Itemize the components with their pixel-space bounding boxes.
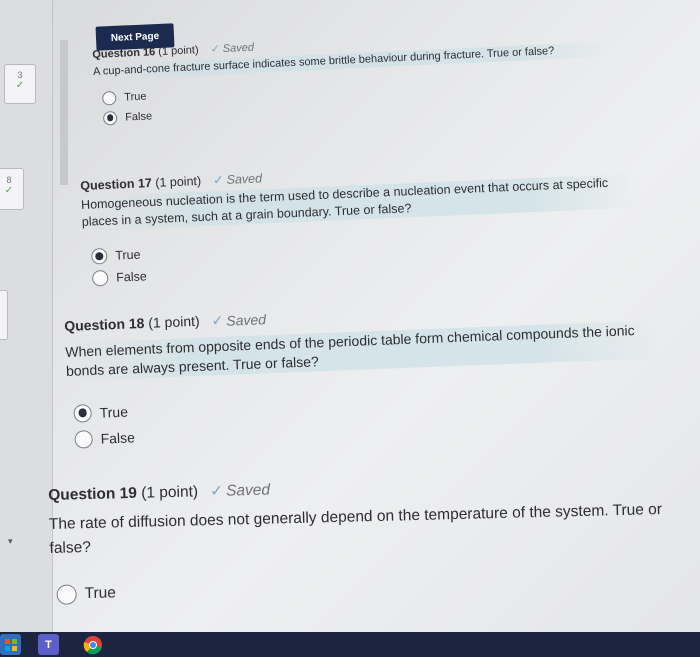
- question-rail: 3 ✓ 8 ✓: [0, 0, 53, 657]
- question-title: Question 17 (1 point): [80, 173, 202, 193]
- saved-status: ✓ Saved: [210, 41, 255, 56]
- rail-item-number: 3: [17, 70, 23, 80]
- question-19: Question 19 (1 point) ✓ Saved The rate o…: [48, 470, 691, 611]
- question-17: Question 17 (1 point) ✓ Saved Homogeneou…: [80, 155, 644, 293]
- question-18: Question 18 (1 point) ✓ Saved When eleme…: [64, 295, 665, 455]
- radio-button[interactable]: [56, 584, 77, 605]
- check-icon: ✓: [4, 185, 14, 196]
- option-true[interactable]: True: [56, 569, 690, 605]
- chrome-icon[interactable]: [82, 634, 103, 655]
- radio-button-selected[interactable]: [90, 247, 108, 265]
- radio-button-selected[interactable]: [73, 403, 93, 423]
- checkmark-icon: ✓: [209, 482, 224, 501]
- question-title: Question 19 (1 point): [48, 483, 199, 504]
- checkmark-icon: ✓: [211, 311, 224, 329]
- saved-status: ✓ Saved: [212, 170, 263, 188]
- radio-button-selected[interactable]: [102, 110, 118, 126]
- rail-item-question-8[interactable]: 8 ✓: [0, 168, 24, 210]
- rail-item-question-3[interactable]: 3 ✓: [4, 64, 36, 104]
- store-icon[interactable]: [0, 634, 21, 655]
- question-title: Question 18 (1 point): [64, 312, 200, 334]
- question-text: The rate of diffusion does not generally…: [48, 501, 663, 557]
- rail-item-blank[interactable]: [0, 290, 8, 340]
- saved-status: ✓ Saved: [211, 310, 267, 329]
- scroll-indicator: [60, 40, 68, 185]
- saved-status: ✓ Saved: [209, 481, 271, 501]
- check-icon: ✓: [15, 80, 25, 91]
- question-title: Question 16 (1 point): [92, 44, 199, 61]
- rail-item-number: 8: [6, 175, 12, 185]
- radio-button[interactable]: [101, 90, 117, 106]
- checkmark-icon: ✓: [210, 43, 221, 56]
- checkmark-icon: ✓: [212, 172, 224, 188]
- radio-button[interactable]: [74, 429, 94, 449]
- radio-button[interactable]: [91, 269, 109, 287]
- taskbar: [0, 632, 700, 657]
- caret-down-icon[interactable]: ▾: [8, 536, 13, 547]
- teams-icon[interactable]: T: [38, 634, 59, 655]
